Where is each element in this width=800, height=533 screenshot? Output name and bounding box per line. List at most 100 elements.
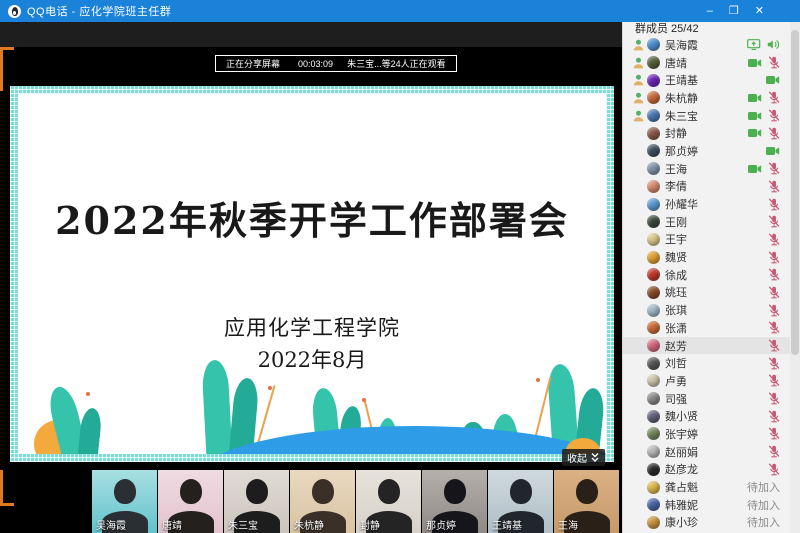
- member-row[interactable]: 朱杭静: [623, 89, 800, 107]
- member-status: [768, 463, 788, 476]
- member-row[interactable]: 孙耀华: [623, 195, 800, 213]
- person-badge: [633, 39, 647, 51]
- video-thumbnail[interactable]: 朱三宝: [224, 470, 289, 533]
- member-row[interactable]: 魏小贤: [623, 407, 800, 425]
- avatar: [647, 410, 660, 423]
- mic-muted-icon: [768, 321, 780, 334]
- chevron-double-down-icon: [590, 452, 600, 463]
- scrollbar-thumb[interactable]: [791, 30, 799, 355]
- member-row[interactable]: 李倩: [623, 178, 800, 196]
- close-button[interactable]: ✕: [755, 0, 764, 22]
- mic-muted-icon: [768, 339, 780, 352]
- participant-name: 王海: [558, 517, 578, 532]
- mic-muted-icon: [768, 215, 780, 228]
- member-row[interactable]: 魏贤: [623, 248, 800, 266]
- avatar: [647, 481, 660, 494]
- camera-icon: [748, 93, 762, 103]
- titlebar: QQ电话 - 应化学院班主任群 – ❐ ✕: [0, 0, 800, 22]
- avatar: [647, 498, 660, 511]
- badge-slot-empty: [633, 499, 647, 511]
- badge-slot-empty: [633, 145, 647, 157]
- member-row[interactable]: 那贞婷: [623, 142, 800, 160]
- member-row[interactable]: 朱三宝: [623, 107, 800, 125]
- member-name: 赵芳: [665, 338, 687, 354]
- camera-icon: [748, 58, 762, 68]
- mic-muted-icon: [768, 198, 780, 211]
- badge-slot-empty: [633, 269, 647, 281]
- slide-title: 2022年秋季开学工作部署会: [18, 190, 606, 245]
- member-row[interactable]: 唐靖: [623, 54, 800, 72]
- mic-muted-icon: [768, 445, 780, 458]
- member-row[interactable]: 韩雅妮待加入: [623, 496, 800, 514]
- member-row[interactable]: 司强: [623, 390, 800, 408]
- member-name: 张潇: [665, 320, 687, 336]
- share-timer: 00:03:09: [298, 59, 333, 69]
- member-row[interactable]: 卢勇: [623, 372, 800, 390]
- person-badge-icon: [633, 110, 644, 122]
- video-thumbnail[interactable]: 唐靖: [158, 470, 223, 533]
- participant-silhouette: [312, 479, 334, 504]
- member-list: 吴海霞唐靖王靖基朱杭静朱三宝封静那贞婷王海李倩孙耀华王刚王宇魏贤徐成姚珏张琪张潇…: [623, 36, 800, 531]
- member-row[interactable]: 王刚: [623, 213, 800, 231]
- participant-silhouette: [444, 479, 466, 504]
- member-row[interactable]: 刘哲: [623, 354, 800, 372]
- mic-muted-icon: [768, 162, 780, 175]
- member-row[interactable]: 张宇婷: [623, 425, 800, 443]
- member-row[interactable]: 张琪: [623, 301, 800, 319]
- member-row[interactable]: 赵彦龙: [623, 461, 800, 479]
- avatar: [647, 109, 660, 122]
- member-status: [768, 198, 788, 211]
- badge-slot-empty: [633, 375, 647, 387]
- badge-slot-empty: [633, 481, 647, 493]
- member-row[interactable]: 龚占魁待加入: [623, 478, 800, 496]
- member-name: 赵彦龙: [665, 461, 698, 477]
- badge-slot-empty: [633, 286, 647, 298]
- mic-muted-icon: [768, 56, 780, 69]
- person-badge: [633, 57, 647, 69]
- slide-date: 2022年8月: [18, 344, 606, 374]
- video-thumbnail[interactable]: 吴海霞: [92, 470, 157, 533]
- participant-name: 唐靖: [162, 517, 182, 532]
- minimize-button[interactable]: –: [707, 0, 713, 22]
- member-status: [768, 286, 788, 299]
- restore-button[interactable]: ❐: [729, 0, 739, 22]
- member-sidebar: 群成员 25/42 吴海霞唐靖王靖基朱杭静朱三宝封静那贞婷王海李倩孙耀华王刚王宇…: [622, 22, 800, 533]
- member-row[interactable]: 王宇: [623, 231, 800, 249]
- member-row[interactable]: 姚珏: [623, 284, 800, 302]
- member-row[interactable]: 吴海霞: [623, 36, 800, 54]
- member-name: 魏贤: [665, 249, 687, 265]
- collapse-button[interactable]: 收起: [562, 449, 605, 466]
- video-thumbnail[interactable]: 那贞婷: [422, 470, 487, 533]
- video-thumbnail[interactable]: 封静: [356, 470, 421, 533]
- speaker-icon: [767, 39, 780, 50]
- badge-slot-empty: [633, 304, 647, 316]
- member-status: [748, 109, 788, 122]
- member-row[interactable]: 封静: [623, 124, 800, 142]
- member-name: 徐成: [665, 267, 687, 283]
- video-thumbnail[interactable]: 王靖基: [488, 470, 553, 533]
- member-status: [747, 39, 788, 50]
- member-row[interactable]: 王海: [623, 160, 800, 178]
- video-strip: 吴海霞唐靖 朱三宝朱杭静封静那贞婷王靖基王海: [92, 470, 619, 533]
- scrollbar[interactable]: [790, 22, 800, 533]
- member-row[interactable]: 赵丽娟: [623, 443, 800, 461]
- member-row[interactable]: 王靖基: [623, 71, 800, 89]
- mic-muted-icon: [768, 374, 780, 387]
- mic-muted-icon: [768, 91, 780, 104]
- member-status: [768, 321, 788, 334]
- member-row[interactable]: 徐成: [623, 266, 800, 284]
- member-status: [748, 91, 788, 104]
- avatar: [647, 162, 660, 175]
- badge-slot-empty: [633, 163, 647, 175]
- badge-slot-empty: [633, 322, 647, 334]
- member-row[interactable]: 赵芳: [623, 337, 800, 355]
- video-thumbnail[interactable]: 朱杭静: [290, 470, 355, 533]
- video-thumbnail[interactable]: 王海: [554, 470, 619, 533]
- avatar: [647, 233, 660, 246]
- badge-slot-empty: [633, 357, 647, 369]
- avatar: [647, 91, 660, 104]
- member-row[interactable]: 康小珍待加入: [623, 514, 800, 532]
- member-row[interactable]: 张潇: [623, 319, 800, 337]
- camera-icon: [766, 75, 780, 85]
- members-header: 群成员 25/42: [623, 22, 800, 36]
